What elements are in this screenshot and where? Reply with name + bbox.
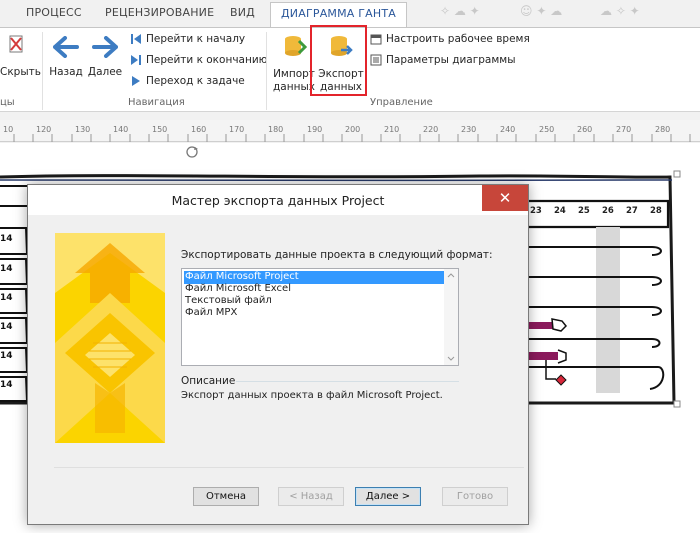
ruler-tick-label: 240 bbox=[500, 125, 516, 134]
navigation-group-label: Навигация bbox=[128, 97, 185, 108]
ruler-tick-label: 150 bbox=[152, 125, 168, 134]
ruler-tick-label: 200 bbox=[345, 125, 361, 134]
arrow-left-icon[interactable] bbox=[53, 36, 79, 61]
ruler-tick-label: 180 bbox=[268, 125, 284, 134]
tab-review[interactable]: РЕЦЕНЗИРОВАНИЕ bbox=[105, 6, 214, 19]
ruler-tick-label: 250 bbox=[539, 125, 555, 134]
go-to-start-label: Перейти к началу bbox=[146, 33, 246, 45]
decorative-doodle-icon: ☺ ✦ ☁ bbox=[520, 4, 563, 18]
chart-params-button[interactable]: Параметры диаграммы bbox=[370, 54, 516, 66]
management-group-label: Управление bbox=[370, 97, 433, 108]
gantt-day-label: 23 bbox=[530, 206, 542, 216]
description-label: Описание bbox=[181, 375, 236, 387]
group-separator bbox=[42, 32, 43, 110]
options-icon bbox=[370, 54, 382, 66]
gantt-row-label: 14 bbox=[0, 293, 13, 303]
hide-button-label[interactable]: Скрыть bbox=[0, 66, 41, 79]
tab-process[interactable]: ПРОЦЕСС bbox=[26, 6, 82, 19]
description-divider bbox=[236, 381, 459, 382]
dialog-title-bar[interactable]: Мастер экспорта данных Project ✕ bbox=[28, 185, 528, 215]
go-to-task-button[interactable]: Переход к задаче bbox=[130, 75, 245, 87]
next-button[interactable]: Далее > bbox=[355, 487, 421, 506]
gantt-row-label: 14 bbox=[0, 322, 13, 332]
forward-button[interactable]: Далее bbox=[86, 66, 124, 79]
work-time-label: Настроить рабочее время bbox=[386, 33, 530, 45]
rotate-handle-icon[interactable] bbox=[186, 146, 198, 158]
go-to-end-icon bbox=[131, 55, 141, 65]
go-to-end-button[interactable]: Перейти к окончанию bbox=[130, 54, 267, 66]
calendar-icon bbox=[370, 34, 382, 45]
arrow-right-icon[interactable] bbox=[92, 36, 118, 61]
go-to-start-button[interactable]: Перейти к началу bbox=[130, 33, 245, 45]
ruler-tick-label: 230 bbox=[461, 125, 477, 134]
finish-button[interactable]: Готово bbox=[442, 487, 508, 506]
decorative-doodle-icon: ☁ ✧ ✦ bbox=[600, 4, 640, 18]
scroll-arrows-icon bbox=[447, 273, 455, 361]
ruler-tick-label: 160 bbox=[191, 125, 207, 134]
format-prompt: Экспортировать данные проекта в следующи… bbox=[181, 249, 493, 261]
hide-icon[interactable] bbox=[8, 34, 26, 63]
gantt-row-label: 14 bbox=[0, 380, 13, 390]
ruler-tick-label: 220 bbox=[423, 125, 439, 134]
cancel-button[interactable]: Отмена bbox=[193, 487, 259, 506]
ruler-tick-label: 280 bbox=[655, 125, 671, 134]
gantt-day-label: 24 bbox=[554, 206, 566, 216]
ruler-tick-label: 270 bbox=[616, 125, 632, 134]
description-text: Экспорт данных проекта в файл Microsoft … bbox=[181, 390, 443, 401]
go-to-end-label: Перейти к окончанию bbox=[146, 54, 268, 66]
ruler-tick-label: 190 bbox=[307, 125, 323, 134]
decorative-doodle-icon: ✧ ☁ ✦ bbox=[440, 4, 480, 18]
tab-view[interactable]: ВИД bbox=[230, 6, 255, 19]
gantt-row-label: 14 bbox=[0, 351, 13, 361]
chart-params-label: Параметры диаграммы bbox=[386, 54, 516, 66]
ruler-tick-label: 120 bbox=[36, 125, 52, 134]
gantt-day-label: 28 bbox=[650, 206, 662, 216]
format-listbox[interactable]: Файл Microsoft Project Файл Microsoft Ex… bbox=[181, 268, 459, 366]
group-separator bbox=[266, 32, 267, 110]
ruler-tick-label: 140 bbox=[113, 125, 129, 134]
ruler-tick-label: 210 bbox=[384, 125, 400, 134]
gantt-row-label: 14 bbox=[0, 264, 13, 274]
ruler-tick-label: 260 bbox=[577, 125, 593, 134]
export-wizard-dialog: Мастер экспорта данных Project ✕ Экспорт… bbox=[27, 184, 529, 525]
gantt-day-label: 27 bbox=[626, 206, 638, 216]
dialog-title: Мастер экспорта данных Project bbox=[171, 193, 385, 208]
close-icon[interactable]: ✕ bbox=[482, 185, 528, 211]
ruler-tick-label: 170 bbox=[229, 125, 245, 134]
go-to-task-label: Переход к задаче bbox=[146, 75, 245, 87]
gantt-day-label: 25 bbox=[578, 206, 590, 216]
back-button[interactable]: < Назад bbox=[278, 487, 344, 506]
go-to-start-icon bbox=[131, 34, 141, 44]
work-time-button[interactable]: Настроить рабочее время bbox=[370, 33, 530, 45]
ruler-tick-label: 130 bbox=[75, 125, 91, 134]
import-data-icon[interactable] bbox=[283, 33, 308, 64]
gantt-day-label: 26 bbox=[602, 206, 614, 216]
ribbon-tab-bar: ПРОЦЕСС РЕЦЕНЗИРОВАНИЕ ВИД ДИАГРАММА ГАН… bbox=[0, 0, 700, 28]
gantt-row-label: 14 bbox=[0, 234, 13, 244]
horizontal-ruler: 10 120 130 140 150 160 170 180 190 200 2… bbox=[0, 120, 700, 142]
wizard-illustration bbox=[55, 233, 165, 443]
ruler-tick-label: 10 bbox=[3, 125, 14, 134]
export-highlight-box bbox=[310, 25, 367, 96]
edge-group-label: цы bbox=[0, 97, 15, 108]
back-button[interactable]: Назад bbox=[46, 66, 86, 79]
listbox-scrollbar[interactable] bbox=[444, 269, 458, 365]
go-to-task-icon bbox=[132, 76, 140, 86]
format-option-mpx[interactable]: Файл MPX bbox=[184, 307, 444, 320]
